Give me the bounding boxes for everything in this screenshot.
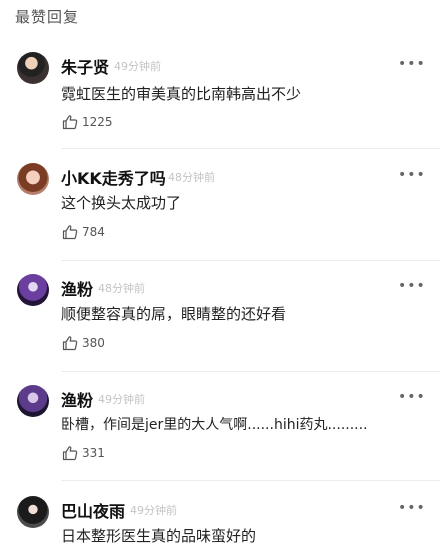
thumbs-up-icon: [62, 336, 78, 351]
divider: [61, 260, 440, 261]
divider: [61, 480, 440, 481]
like-button[interactable]: 380: [62, 335, 105, 351]
timestamp: 48分钟前: [98, 282, 145, 295]
timestamp: 49分钟前: [114, 60, 161, 73]
section-title: 最赞回复: [15, 8, 80, 26]
like-button[interactable]: 331: [62, 445, 105, 461]
like-count: 380: [82, 336, 105, 350]
like-count: 331: [82, 446, 105, 460]
divider: [61, 371, 440, 372]
thumbs-up-icon: [62, 446, 78, 461]
username[interactable]: 巴山夜雨: [61, 498, 125, 522]
more-icon[interactable]: •••: [398, 278, 426, 294]
comment-item: 朱子贤 49分钟前 ••• 霓虹医生的审美真的比南韩高出不少 1225: [0, 52, 440, 172]
comment-text: 日本整形医生真的品味蛮好的: [61, 527, 257, 545]
timestamp: 48分钟前: [168, 171, 215, 184]
timestamp: 49分钟前: [98, 393, 145, 406]
comment-item: 渔粉 48分钟前 ••• 顺便整容真的屌，眼睛整的还好看 380: [0, 274, 440, 394]
like-count: 1225: [82, 115, 113, 129]
more-icon[interactable]: •••: [398, 56, 426, 72]
more-icon[interactable]: •••: [398, 500, 426, 516]
comment-item: 巴山夜雨 49分钟前 ••• 日本整形医生真的品味蛮好的: [0, 496, 440, 551]
username[interactable]: 朱子贤: [61, 54, 109, 78]
comment-text: 这个换头太成功了: [61, 194, 182, 212]
thumbs-up-icon: [62, 225, 78, 240]
timestamp: 49分钟前: [130, 504, 177, 517]
avatar[interactable]: [17, 163, 49, 195]
username[interactable]: 小KK走秀了吗: [61, 165, 166, 189]
avatar[interactable]: [17, 274, 49, 306]
username[interactable]: 渔粉: [61, 276, 93, 300]
comment-text: 霓虹医生的审美真的比南韩高出不少: [61, 85, 302, 103]
comment-text: 卧槽，作间是jer里的大人气啊......hihi药丸.........: [61, 417, 368, 433]
like-button[interactable]: 1225: [62, 114, 113, 130]
divider: [61, 148, 440, 149]
like-button[interactable]: 784: [62, 224, 105, 240]
username[interactable]: 渔粉: [61, 387, 93, 411]
avatar[interactable]: [17, 52, 49, 84]
avatar[interactable]: [17, 496, 49, 528]
more-icon[interactable]: •••: [398, 389, 426, 405]
thumbs-up-icon: [62, 115, 78, 130]
comment-item: 渔粉 49分钟前 ••• 卧槽，作间是jer里的大人气啊......hihi药丸…: [0, 385, 440, 505]
avatar[interactable]: [17, 385, 49, 417]
comment-item: 小KK走秀了吗 48分钟前 ••• 这个换头太成功了 784: [0, 163, 440, 283]
like-count: 784: [82, 225, 105, 239]
comment-text: 顺便整容真的屌，眼睛整的还好看: [61, 305, 287, 323]
more-icon[interactable]: •••: [398, 167, 426, 183]
